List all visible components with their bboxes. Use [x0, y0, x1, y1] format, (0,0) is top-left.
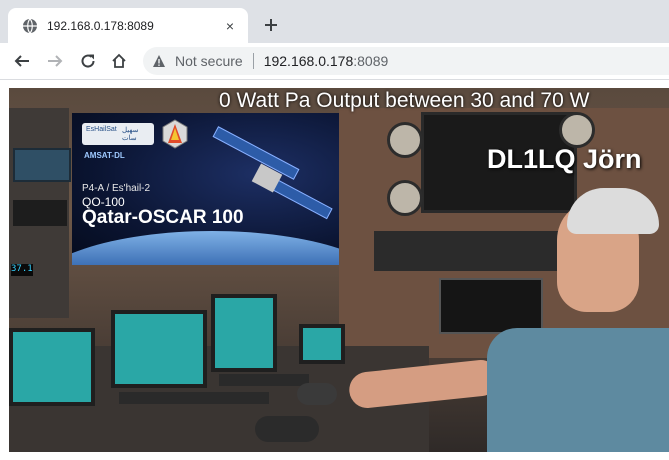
tab-close-icon[interactable]: × — [222, 18, 238, 34]
small-screen — [299, 324, 345, 364]
wall-meter — [387, 122, 423, 158]
qo100-overlay: EsHailSat سهيل سات AMSAT-DL P4-A / Es'ha… — [72, 113, 339, 265]
eshailsat-logo-arabic: سهيل سات — [122, 127, 139, 142]
radio-equipment — [13, 200, 67, 226]
home-button[interactable] — [109, 51, 129, 71]
overlay-title: Qatar-OSCAR 100 — [82, 207, 244, 228]
laptop-screen — [211, 294, 277, 372]
stream-banner: 0 Watt Pa Output between 30 and 70 W — [9, 88, 669, 116]
back-button[interactable] — [12, 51, 32, 71]
laptop-keyboard — [219, 374, 309, 386]
tab-active[interactable]: 192.168.0.178:8089 × — [8, 8, 248, 43]
laptop-screen — [9, 328, 95, 406]
laptop-screen — [111, 310, 207, 388]
earth-horizon — [72, 231, 339, 265]
warning-triangle-icon[interactable] — [152, 54, 166, 68]
arrow-left-icon — [14, 55, 29, 67]
url-host[interactable]: 192.168.0.178 — [264, 53, 354, 69]
omnibox-divider — [252, 53, 254, 69]
address-bar[interactable]: Not secure 192.168.0.178:8089 — [143, 47, 669, 75]
laptop-keyboard — [119, 392, 269, 404]
reload-button[interactable] — [78, 51, 98, 71]
globe-icon — [23, 18, 37, 33]
home-icon — [112, 53, 126, 68]
arrow-right-icon — [48, 55, 63, 67]
overlay-subtitle: P4-A / Es'hail-2 — [82, 183, 151, 194]
browser-toolbar: Not secure 192.168.0.178:8089 — [0, 43, 669, 80]
wall-meter — [559, 112, 595, 148]
eshailsat-logo-text: EsHailSat — [86, 126, 117, 133]
amsat-emblem-icon — [162, 119, 188, 149]
security-status-label[interactable]: Not secure — [175, 53, 243, 69]
radio-equipment — [13, 148, 71, 182]
tab-title: 192.168.0.178:8089 — [47, 18, 154, 33]
banner-text: 0 Watt Pa Output between 30 and 70 W — [219, 89, 590, 112]
plus-icon — [265, 19, 277, 31]
amsat-logo-text: AMSAT-DL — [84, 151, 125, 160]
page-viewport: 37.1 0 Watt Pa Output between 30 and 70 … — [0, 80, 669, 460]
url-port[interactable]: :8089 — [353, 53, 388, 69]
new-tab-button[interactable] — [260, 14, 282, 36]
frequency-display: 37.1 — [11, 264, 33, 276]
forward-button[interactable] — [45, 51, 65, 71]
computer-mouse — [297, 383, 337, 405]
transceiver-rack — [374, 231, 584, 271]
tab-strip: 192.168.0.178:8089 × — [0, 0, 669, 43]
operator-shirt — [487, 328, 669, 452]
wall-meter — [387, 180, 423, 216]
callsign-label: DL1LQ Jörn — [487, 144, 642, 174]
trackball — [255, 416, 319, 442]
spectrum-display — [439, 278, 543, 334]
eshailsat-logo: EsHailSat سهيل سات — [82, 123, 154, 145]
video-stream[interactable]: 37.1 0 Watt Pa Output between 30 and 70 … — [9, 88, 669, 452]
reload-icon — [81, 54, 95, 68]
